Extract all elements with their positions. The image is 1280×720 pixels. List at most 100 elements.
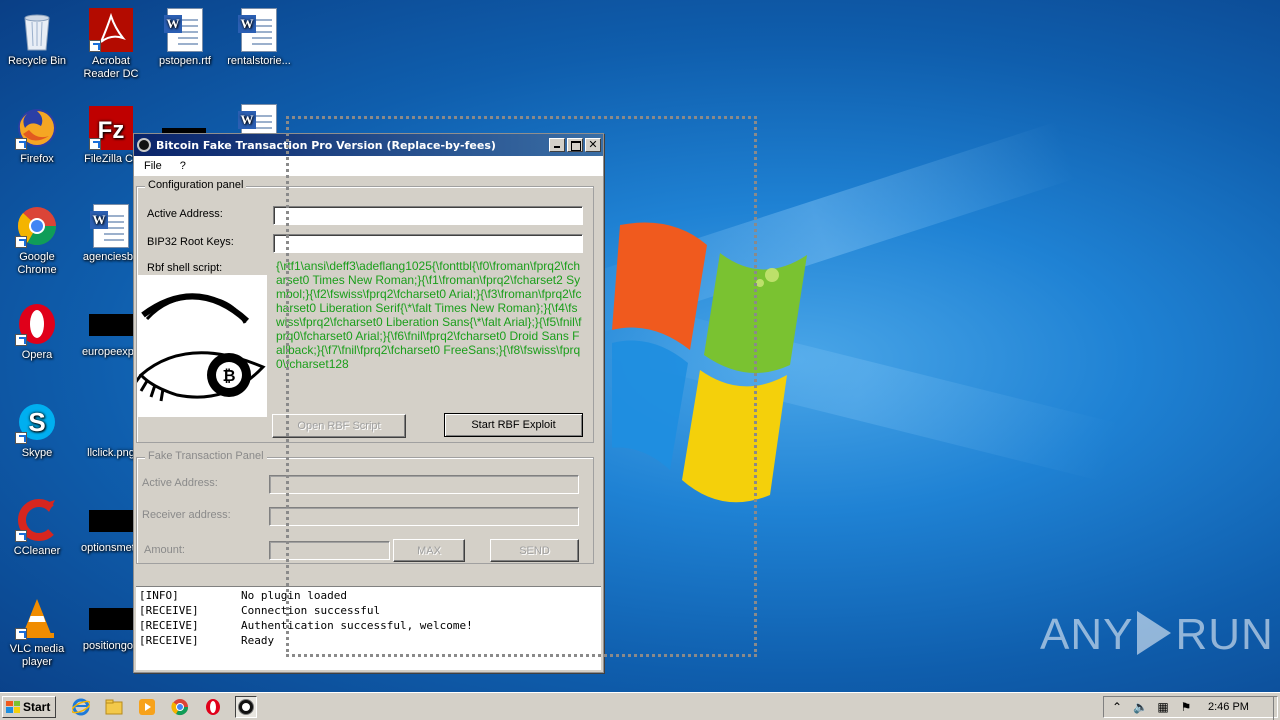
quick-launch bbox=[70, 695, 268, 718]
system-tray: ⌃ 🔈 ▦ ⚑ 2:46 PM bbox=[1103, 696, 1278, 720]
log-message: Connection successful bbox=[241, 604, 381, 617]
desktop-icon-vlc[interactable]: VLC media player bbox=[0, 596, 74, 669]
desktop-icon-firefox[interactable]: Firefox bbox=[0, 106, 74, 166]
fake-transaction-panel-legend: Fake Transaction Panel bbox=[145, 450, 267, 462]
start-rbf-exploit-button[interactable]: Start RBF Exploit bbox=[444, 413, 583, 437]
maximize-button[interactable] bbox=[567, 138, 583, 152]
ccleaner-icon bbox=[15, 498, 59, 542]
opera-taskbar-icon[interactable] bbox=[202, 696, 224, 718]
log-message: No plugin loaded bbox=[241, 589, 347, 602]
show-desktop-button[interactable] bbox=[1273, 697, 1277, 720]
file-thumbnail-icon bbox=[89, 510, 133, 532]
desktop-icon-label: positiongod bbox=[82, 640, 140, 652]
show-hidden-icons-icon[interactable]: ⌃ bbox=[1110, 700, 1124, 714]
window-title: Bitcoin Fake Transaction Pro Version (Re… bbox=[156, 138, 496, 152]
desktop-icon-label: Acrobat Reader DC bbox=[83, 55, 139, 80]
fake-active-address-label: Active Address: bbox=[142, 477, 218, 489]
desktop-icon-rentalstories[interactable]: W rentalstorie... bbox=[222, 8, 296, 68]
anyrun-watermark: ANY RUN bbox=[1040, 610, 1274, 660]
app-window: Bitcoin Fake Transaction Pro Version (Re… bbox=[133, 133, 604, 673]
log-row: [RECEIVE] Ready bbox=[139, 634, 598, 649]
desktop-icon-label: Opera bbox=[21, 349, 53, 361]
close-button[interactable]: ✕ bbox=[585, 138, 601, 152]
configuration-panel: Configuration panel Active Address: BIP3… bbox=[133, 179, 594, 443]
log-message: Authentication successful, welcome! bbox=[241, 619, 473, 632]
recycle-bin-icon bbox=[15, 8, 59, 52]
active-address-input[interactable] bbox=[273, 206, 583, 225]
action-center-flag-icon[interactable]: ⚑ bbox=[1179, 700, 1193, 714]
file-explorer-icon[interactable] bbox=[103, 696, 125, 718]
shortcut-arrow-icon bbox=[15, 236, 27, 248]
vlc-cone-icon bbox=[15, 596, 59, 640]
desktop-icon-label: FileZilla Cli bbox=[84, 153, 138, 165]
receiver-address-label: Receiver address: bbox=[142, 509, 231, 521]
start-button[interactable]: Start bbox=[2, 695, 56, 718]
shortcut-arrow-icon bbox=[89, 138, 101, 150]
internet-explorer-icon[interactable] bbox=[70, 696, 92, 718]
fake-active-address-input bbox=[269, 475, 579, 494]
desktop-icon-label: europeexpe bbox=[81, 346, 141, 358]
chrome-icon bbox=[15, 204, 59, 248]
clock[interactable]: 2:46 PM bbox=[1208, 701, 1249, 713]
open-rbf-script-button[interactable]: Open RBF Script bbox=[272, 414, 406, 438]
desktop-icon-label: agenciesba bbox=[82, 251, 140, 263]
desktop-icon-label: optionsmeth bbox=[81, 542, 141, 554]
desktop-icon-label: Firefox bbox=[20, 153, 54, 165]
shortcut-arrow-icon bbox=[89, 40, 101, 52]
shortcut-arrow-icon bbox=[15, 138, 27, 150]
svg-text:S: S bbox=[28, 407, 45, 437]
active-address-label: Active Address: bbox=[147, 208, 223, 220]
amount-input bbox=[269, 541, 390, 560]
configuration-panel-legend: Configuration panel bbox=[145, 179, 247, 191]
bitcoin-app-taskbar-icon[interactable] bbox=[235, 695, 257, 718]
desktop-icon-recycle-bin[interactable]: Recycle Bin bbox=[0, 8, 74, 68]
chrome-taskbar-icon[interactable] bbox=[169, 696, 191, 718]
menu-help[interactable]: ? bbox=[180, 160, 186, 172]
desktop-icon-skype[interactable]: S Skype bbox=[0, 400, 74, 460]
desktop-icon-label: llclick.png bbox=[87, 447, 135, 459]
svg-text:₿: ₿ bbox=[222, 367, 235, 385]
desktop-icon-opera[interactable]: Opera bbox=[0, 302, 74, 362]
window-titlebar[interactable]: Bitcoin Fake Transaction Pro Version (Re… bbox=[134, 134, 603, 156]
shortcut-arrow-icon bbox=[15, 530, 27, 542]
shortcut-arrow-icon bbox=[15, 628, 27, 640]
watermark-text-left: ANY bbox=[1040, 610, 1134, 659]
menu-bar: File ? bbox=[134, 156, 603, 176]
send-button[interactable]: SEND bbox=[490, 539, 579, 562]
bitcoin-eye-image: ₿ bbox=[133, 275, 267, 417]
desktop-icon-ccleaner[interactable]: CCleaner bbox=[0, 498, 74, 558]
log-tag: [RECEIVE] bbox=[139, 619, 199, 632]
bip32-root-keys-input[interactable] bbox=[273, 234, 583, 253]
log-tag: [RECEIVE] bbox=[139, 634, 199, 647]
image-file-icon bbox=[89, 400, 133, 444]
fake-transaction-panel: Fake Transaction Panel Active Address: R… bbox=[136, 450, 594, 564]
windows-flag-icon bbox=[6, 700, 20, 713]
shortcut-arrow-icon bbox=[15, 334, 27, 346]
log-output: [INFO] No plugin loaded [RECEIVE] Connecti… bbox=[136, 586, 601, 670]
desktop-icon-label: pstopen.rtf bbox=[159, 55, 211, 67]
rbf-script-textarea[interactable]: {\rtf1\ansi\deff3\adeflang1025{\fonttbl{… bbox=[276, 259, 582, 404]
log-tag: [RECEIVE] bbox=[139, 604, 199, 617]
max-button[interactable]: MAX bbox=[393, 539, 465, 562]
desktop-icon-google-chrome[interactable]: Google Chrome bbox=[0, 204, 74, 277]
acrobat-icon bbox=[89, 8, 133, 52]
receiver-address-input bbox=[269, 507, 579, 526]
rbf-shell-script-label: Rbf shell script: bbox=[147, 262, 223, 274]
desktop-icon-pstopen-rtf[interactable]: W pstopen.rtf bbox=[148, 8, 222, 68]
network-icon[interactable]: ▦ bbox=[1156, 700, 1170, 714]
log-row: [RECEIVE] Connection successful bbox=[139, 604, 598, 619]
word-document-icon: W bbox=[163, 8, 207, 52]
firefox-icon bbox=[15, 106, 59, 150]
opera-icon bbox=[15, 302, 59, 346]
volume-icon[interactable]: 🔈 bbox=[1133, 700, 1148, 714]
minimize-button[interactable] bbox=[549, 138, 565, 152]
word-document-icon: W bbox=[89, 204, 133, 248]
log-tag: [INFO] bbox=[139, 589, 179, 602]
desktop-icon-label: Google Chrome bbox=[17, 251, 57, 276]
shortcut-arrow-icon bbox=[15, 432, 27, 444]
app-icon bbox=[137, 138, 151, 152]
media-player-icon[interactable] bbox=[136, 696, 158, 718]
desktop-icon-acrobat-reader[interactable]: Acrobat Reader DC bbox=[74, 8, 148, 81]
log-row: [INFO] No plugin loaded bbox=[139, 589, 598, 604]
menu-file[interactable]: File bbox=[144, 160, 162, 172]
